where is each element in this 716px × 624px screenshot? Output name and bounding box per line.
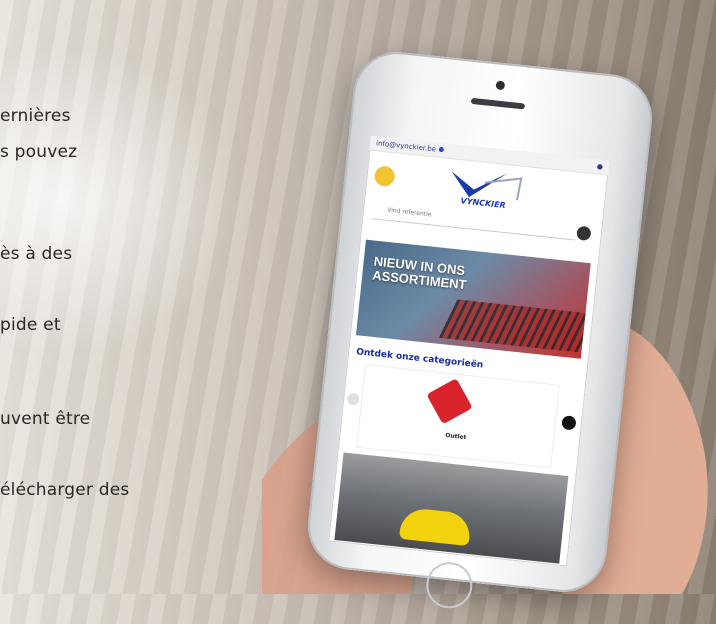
yellow-beetle-car [398,506,472,547]
banner-product-image [438,299,591,353]
french-text-block: ernières s pouvez ès à des pide et uvent… [0,0,260,594]
menu-button[interactable] [373,165,396,188]
text-line: pide et [0,315,61,335]
banner-title: NIEUW IN ONS ASSORTIMENT [372,254,469,293]
category-card-outlet[interactable]: Outlet [356,364,560,469]
photo-scene: ernières s pouvez ès à des pide et uvent… [0,0,716,611]
text-line: ès à des [0,244,73,264]
text-line: ernières [0,106,71,126]
phone-screen: info@vynckier.be ● VYNCKIER Vind referen… [328,135,610,567]
dot-icon [438,146,445,153]
search-icon[interactable] [576,225,592,242]
logo-text: VYNCKIER [460,196,506,210]
search-placeholder: Vind referentie [386,206,432,219]
vynckier-logo[interactable]: VYNCKIER [442,165,524,213]
category-label: Outlet [444,432,467,442]
carousel-prev-button[interactable] [346,392,360,406]
account-icon[interactable]: ● [596,162,603,171]
text-line: s pouvez [0,142,78,162]
text-line: élécharger des [0,480,130,500]
price-tag-icon [426,378,473,425]
carousel-next-button[interactable] [561,415,577,431]
promo-banner[interactable]: NIEUW IN ONS ASSORTIMENT [355,239,591,359]
smartphone: info@vynckier.be ● VYNCKIER Vind referen… [303,47,657,611]
text-line: uvent être [0,409,91,429]
